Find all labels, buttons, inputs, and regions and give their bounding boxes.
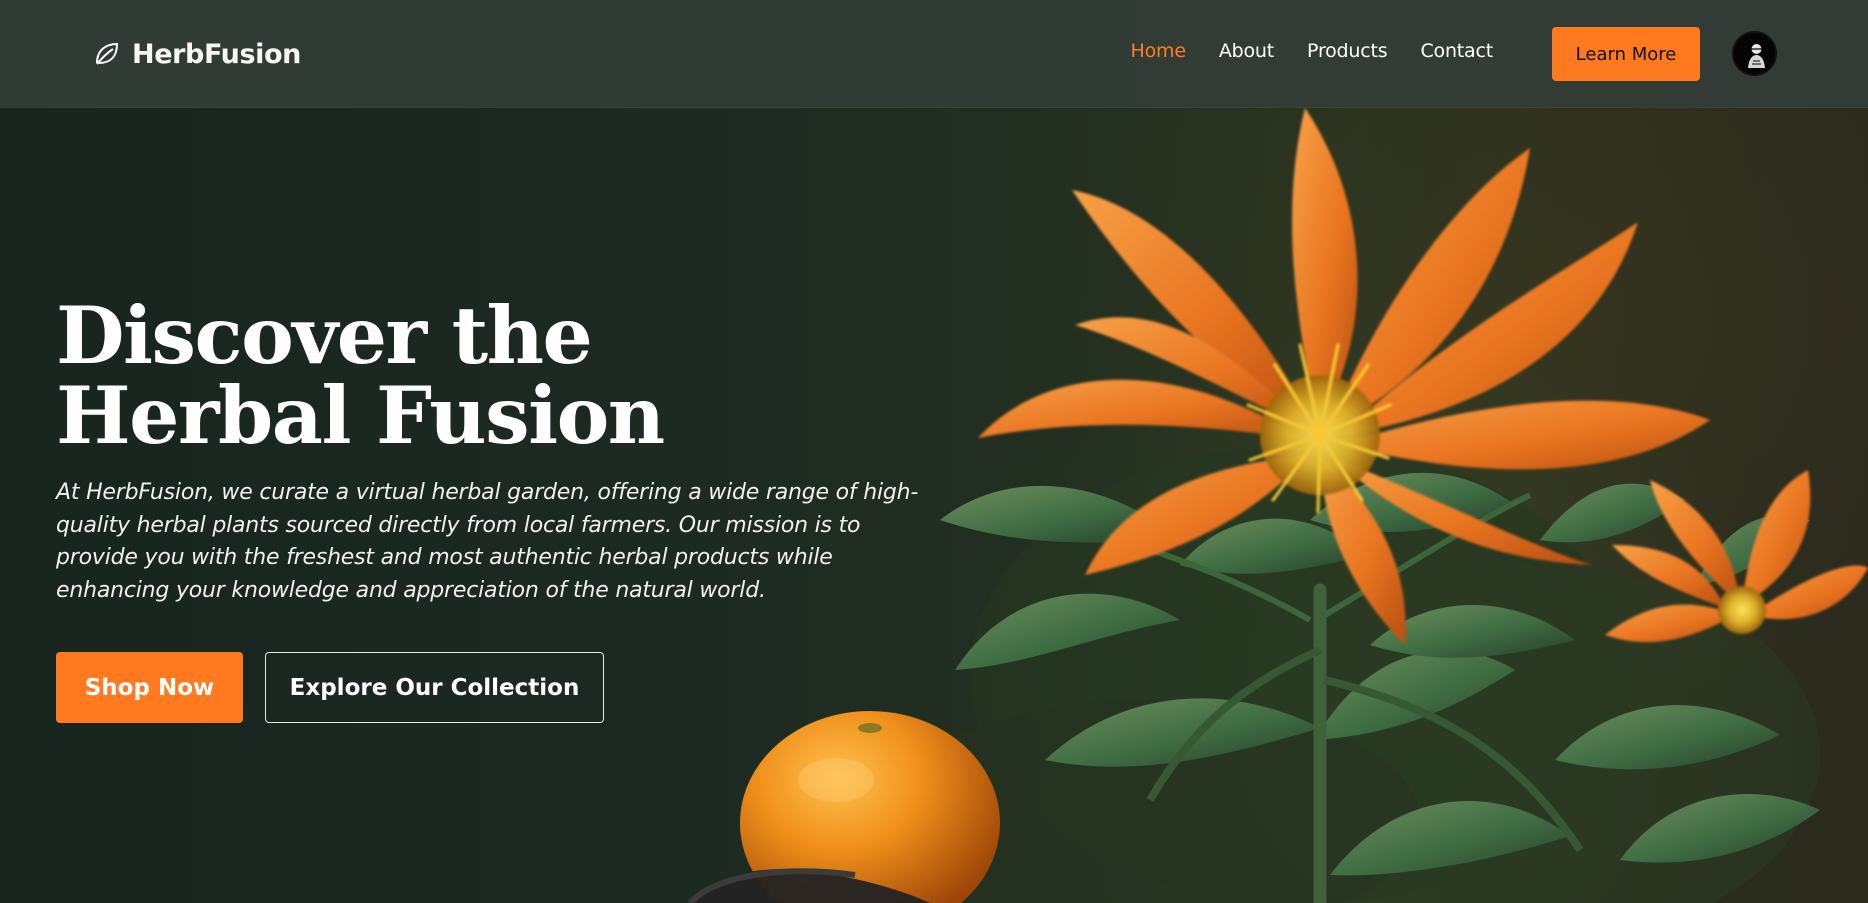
shop-now-button[interactable]: Shop Now [56, 652, 243, 723]
hero-description: At HerbFusion, we curate a virtual herba… [56, 480, 919, 603]
avatar[interactable] [1732, 31, 1777, 76]
nav-products[interactable]: Products [1307, 40, 1388, 62]
herbfusion-landing-page: HerbFusion Home About Products Contact L… [0, 0, 1868, 903]
main-navigation: Home About Products Contact [1131, 40, 1494, 62]
hero-content: Discover the Herbal Fusion At HerbFusion… [56, 296, 956, 723]
nav-contact[interactable]: Contact [1420, 40, 1493, 62]
avatar-icon [1735, 34, 1775, 74]
hero-actions: Shop Now Explore Our Collection [56, 652, 956, 723]
brand-link[interactable]: HerbFusion [92, 35, 301, 73]
nav-about[interactable]: About [1219, 40, 1274, 62]
learn-more-button[interactable]: Learn More [1552, 27, 1700, 81]
site-header: HerbFusion Home About Products Contact L… [0, 0, 1868, 108]
leaf-icon [92, 39, 122, 69]
explore-collection-button[interactable]: Explore Our Collection [265, 652, 604, 723]
nav-home[interactable]: Home [1131, 40, 1187, 62]
hero-title: Discover the Herbal Fusion [56, 289, 665, 462]
brand-name: HerbFusion [132, 38, 301, 70]
